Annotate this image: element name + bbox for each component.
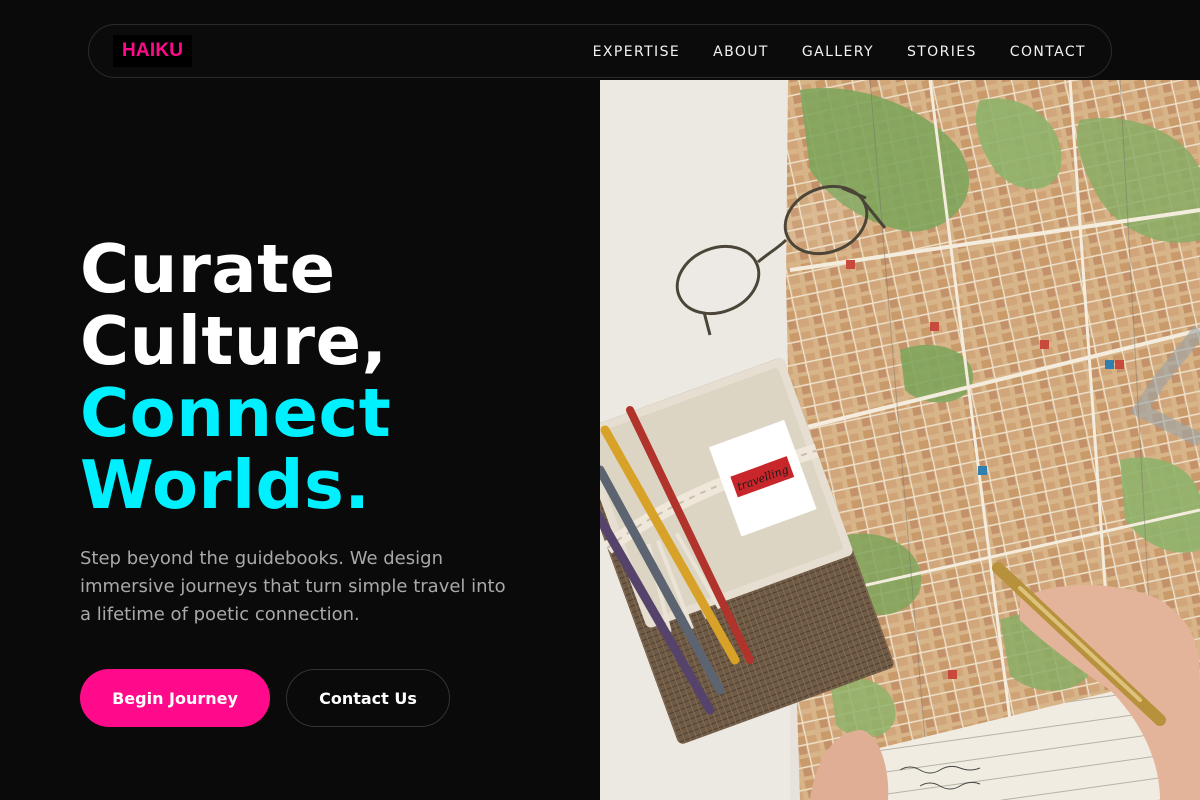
begin-journey-button[interactable]: Begin Journey [80,669,270,727]
headline-line-2: Culture, [80,302,388,380]
contact-us-button[interactable]: Contact Us [286,669,450,727]
nav-link-expertise[interactable]: EXPERTISE [593,44,680,60]
nav-link-about[interactable]: ABOUT [713,44,769,60]
headline-line-4: Worlds. [80,446,371,524]
brand-logo[interactable]: HAIKU [113,35,193,67]
headline-line-3: Connect [80,374,392,452]
headline-line-1: Curate [80,230,336,308]
nav-link-contact[interactable]: CONTACT [1010,44,1086,60]
nav-link-gallery[interactable]: GALLERY [802,44,874,60]
hero-image: travelling [600,80,1200,800]
nav-links: EXPERTISE ABOUT GALLERY STORIES CONTACT [593,25,1086,79]
hero-subtitle: Step beyond the guidebooks. We design im… [80,548,506,625]
travel-map-illustration: travelling [600,80,1200,800]
nav-link-stories[interactable]: STORIES [907,44,977,60]
hero-headline: Curate Culture, Connect Worlds. [80,233,391,521]
main-nav: HAIKU EXPERTISE ABOUT GALLERY STORIES CO… [88,24,1112,78]
brand-logo-text: HAIKU [122,40,184,61]
